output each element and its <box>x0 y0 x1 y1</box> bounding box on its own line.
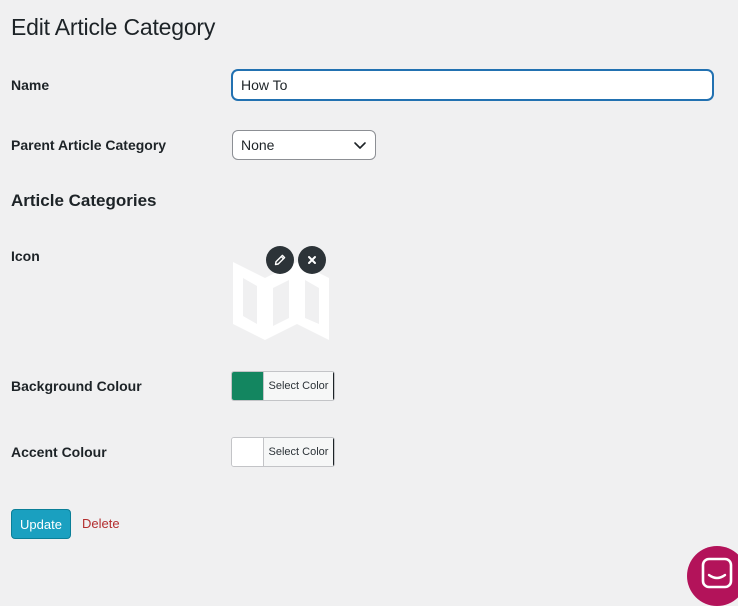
page-title: Edit Article Category <box>11 14 216 40</box>
close-icon <box>308 256 316 264</box>
parent-category-label: Parent Article Category <box>11 137 167 153</box>
section-title: Article Categories <box>11 191 157 210</box>
pencil-icon <box>274 254 286 266</box>
chat-launcher-button[interactable] <box>687 546 738 606</box>
name-input[interactable] <box>232 70 713 100</box>
background-colour-picker[interactable]: Select Color <box>231 371 335 401</box>
parent-category-value: None <box>241 137 275 153</box>
background-colour-select-button[interactable]: Select Color <box>264 372 334 400</box>
accent-colour-label: Accent Colour <box>11 444 107 460</box>
background-colour-label: Background Colour <box>11 378 142 394</box>
chevron-down-icon <box>354 142 366 149</box>
accent-colour-picker[interactable]: Select Color <box>231 437 335 467</box>
update-button[interactable]: Update <box>11 509 71 539</box>
accent-colour-swatch <box>232 438 264 466</box>
background-colour-swatch <box>232 372 264 400</box>
delete-link[interactable]: Delete <box>82 516 120 531</box>
remove-icon-button[interactable] <box>298 246 326 274</box>
name-label: Name <box>11 77 50 93</box>
icon-label: Icon <box>11 248 40 264</box>
parent-category-select[interactable]: None <box>232 130 376 160</box>
chat-bubble-icon <box>701 557 733 589</box>
edit-icon-button[interactable] <box>266 246 294 274</box>
accent-colour-select-button[interactable]: Select Color <box>264 438 334 466</box>
